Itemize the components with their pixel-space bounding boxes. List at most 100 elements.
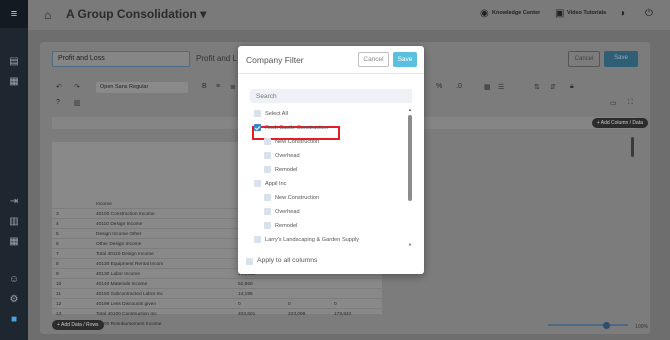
apply-all-checkbox[interactable]	[246, 257, 253, 265]
company-label: Remodel	[275, 167, 298, 173]
table-cell: Income	[96, 202, 112, 207]
scroll-thumb[interactable]	[408, 115, 412, 201]
company-search-input[interactable]	[250, 89, 412, 103]
bold-icon[interactable]: B	[202, 83, 207, 90]
table-cell: 8	[56, 262, 59, 267]
table-cell: 179,822	[334, 312, 352, 317]
table-cell: 40500 Reimbursement Income	[96, 322, 162, 327]
modal-cancel-button[interactable]: Cancel	[358, 52, 389, 67]
top-bar: ⌂ A Group Consolidation ▾ ◉ Knowledge Ce…	[28, 0, 670, 30]
company-checkbox[interactable]	[254, 180, 261, 187]
table-row[interactable]: 10 40140 Materials Income 52,860	[52, 280, 382, 289]
company-checkbox[interactable]	[264, 194, 271, 201]
scroll-up-icon[interactable]: ▲	[408, 108, 412, 112]
table-cell: 10	[56, 282, 62, 287]
company-checkbox[interactable]	[254, 124, 261, 131]
home-icon[interactable]: ⌂	[44, 8, 51, 22]
scroll-down-icon[interactable]: ▼	[408, 243, 412, 247]
table-cell: Other Design Income	[96, 242, 142, 247]
menu-icon[interactable]: ≡	[0, 0, 28, 28]
company-checkbox[interactable]	[264, 222, 271, 229]
globe-icon[interactable]: ◑	[619, 8, 625, 19]
report-subtitle: Profit and L	[196, 54, 237, 63]
company-checkbox[interactable]	[264, 166, 271, 173]
company-label: New Construction	[275, 195, 320, 201]
company-label: Remodel	[275, 223, 298, 229]
redo-icon[interactable]: ↷	[74, 83, 80, 91]
report-icon[interactable]: ▦	[8, 76, 20, 87]
dashboard-icon[interactable]: ▤	[8, 56, 20, 67]
add-column-button[interactable]: + Add Column / Data	[591, 118, 648, 128]
company-checkbox[interactable]	[254, 110, 261, 117]
grid-icon[interactable]: ▦	[8, 236, 20, 247]
decimal-icon[interactable]: .0	[456, 83, 462, 90]
logout-icon[interactable]: ⏻	[645, 8, 653, 19]
report-name-input[interactable]: Profit and Loss	[52, 51, 190, 67]
company-checkbox[interactable]	[254, 236, 261, 243]
table-cell: 223,099	[288, 312, 306, 317]
zoom-slider-knob[interactable]	[603, 322, 610, 329]
help-small-icon[interactable]: ?	[56, 99, 60, 106]
company-label: Rock Castle Construction	[265, 125, 329, 131]
table-cell: 0	[238, 302, 241, 307]
modal-save-button[interactable]: Save	[393, 52, 417, 67]
format-icon[interactable]: %	[436, 83, 442, 90]
help-icon[interactable]: ■	[8, 314, 20, 325]
settings-icon[interactable]: ⚙	[8, 294, 20, 305]
calculator-icon[interactable]: ▦	[484, 83, 491, 91]
knowledge-center-link[interactable]: Knowledge Center	[492, 10, 540, 16]
table-cell: Total 40100 Construction Inc	[96, 312, 157, 317]
list-icon[interactable]: ☰	[498, 83, 504, 91]
align-center-icon[interactable]: ≣	[230, 83, 236, 91]
modal-divider	[238, 73, 424, 74]
table-cell: 13	[56, 312, 62, 317]
undo-icon[interactable]: ↶	[56, 83, 62, 91]
table-row[interactable]: 12 40199 Less Discounts given 0 0 0	[52, 300, 382, 309]
filter-icon[interactable]: ⇵	[550, 83, 556, 91]
table-cell: 12	[56, 302, 62, 307]
workspace-save-button[interactable]: Save	[604, 51, 638, 67]
table-cell: 40150 Subcontracted Labor Inc	[96, 292, 163, 297]
fullscreen-icon[interactable]: ⛶	[628, 99, 633, 107]
font-select[interactable]: Open Sans Regular	[96, 82, 188, 93]
company-selector[interactable]: A Group Consolidation ▾	[66, 7, 206, 21]
table-cell: 11	[56, 292, 61, 297]
chevron-down-icon: ▾	[200, 7, 207, 21]
table-icon[interactable]: ▥	[8, 216, 20, 227]
company-checkbox[interactable]	[264, 152, 271, 159]
table-cell: 6	[56, 242, 59, 247]
zoom-slider[interactable]	[548, 324, 628, 326]
present-icon[interactable]: ▭	[610, 99, 617, 107]
zoom-level: 100%	[635, 324, 648, 330]
table-cell: 40130 Labor Income	[96, 272, 141, 277]
grid-scrollbar[interactable]	[631, 137, 634, 157]
table-row[interactable]: 13 Total 40100 Construction Inc 403,601 223…	[52, 310, 382, 319]
table-cell: 7	[56, 252, 59, 257]
table-row[interactable]: 11 40150 Subcontracted Labor Inc 14,195	[52, 290, 382, 299]
table-cell: 40110 Design Income	[96, 222, 143, 227]
align-left-icon[interactable]: ≡	[216, 83, 220, 90]
video-tutorials-link[interactable]: Video Tutorials	[567, 10, 606, 16]
company-label: Select All	[265, 111, 289, 117]
table-cell: 403,601	[238, 312, 256, 317]
company-label: Larry's Landscaping & Garden Supply	[265, 237, 360, 243]
table-cell: 0	[288, 302, 291, 307]
company-label: Overhead	[275, 209, 300, 215]
company-label: Overhead	[275, 153, 300, 159]
add-row-button[interactable]: + Add Data / Rows	[52, 320, 104, 330]
export-icon[interactable]: ⇥	[8, 196, 20, 207]
table-small-icon[interactable]: ▥	[74, 99, 81, 107]
users-icon[interactable]: ☺	[8, 274, 20, 285]
table-cell: 52,860	[238, 282, 253, 287]
company-list-scrollbar[interactable]: ▲ ▼	[408, 108, 412, 248]
apply-all-label: Apply to all columns	[257, 257, 318, 264]
table-cell: 40140 Materials Income	[96, 282, 148, 287]
company-checkbox[interactable]	[264, 138, 271, 145]
workspace-cancel-button[interactable]: Cancel	[568, 51, 600, 67]
table-cell: 5	[56, 232, 59, 237]
table-cell: 3	[56, 212, 59, 217]
sort-icon[interactable]: ⇅	[534, 83, 540, 91]
lock-icon[interactable]: 🔒︎	[570, 83, 574, 91]
company-checkbox[interactable]	[264, 208, 271, 215]
table-cell: 4	[56, 222, 59, 227]
